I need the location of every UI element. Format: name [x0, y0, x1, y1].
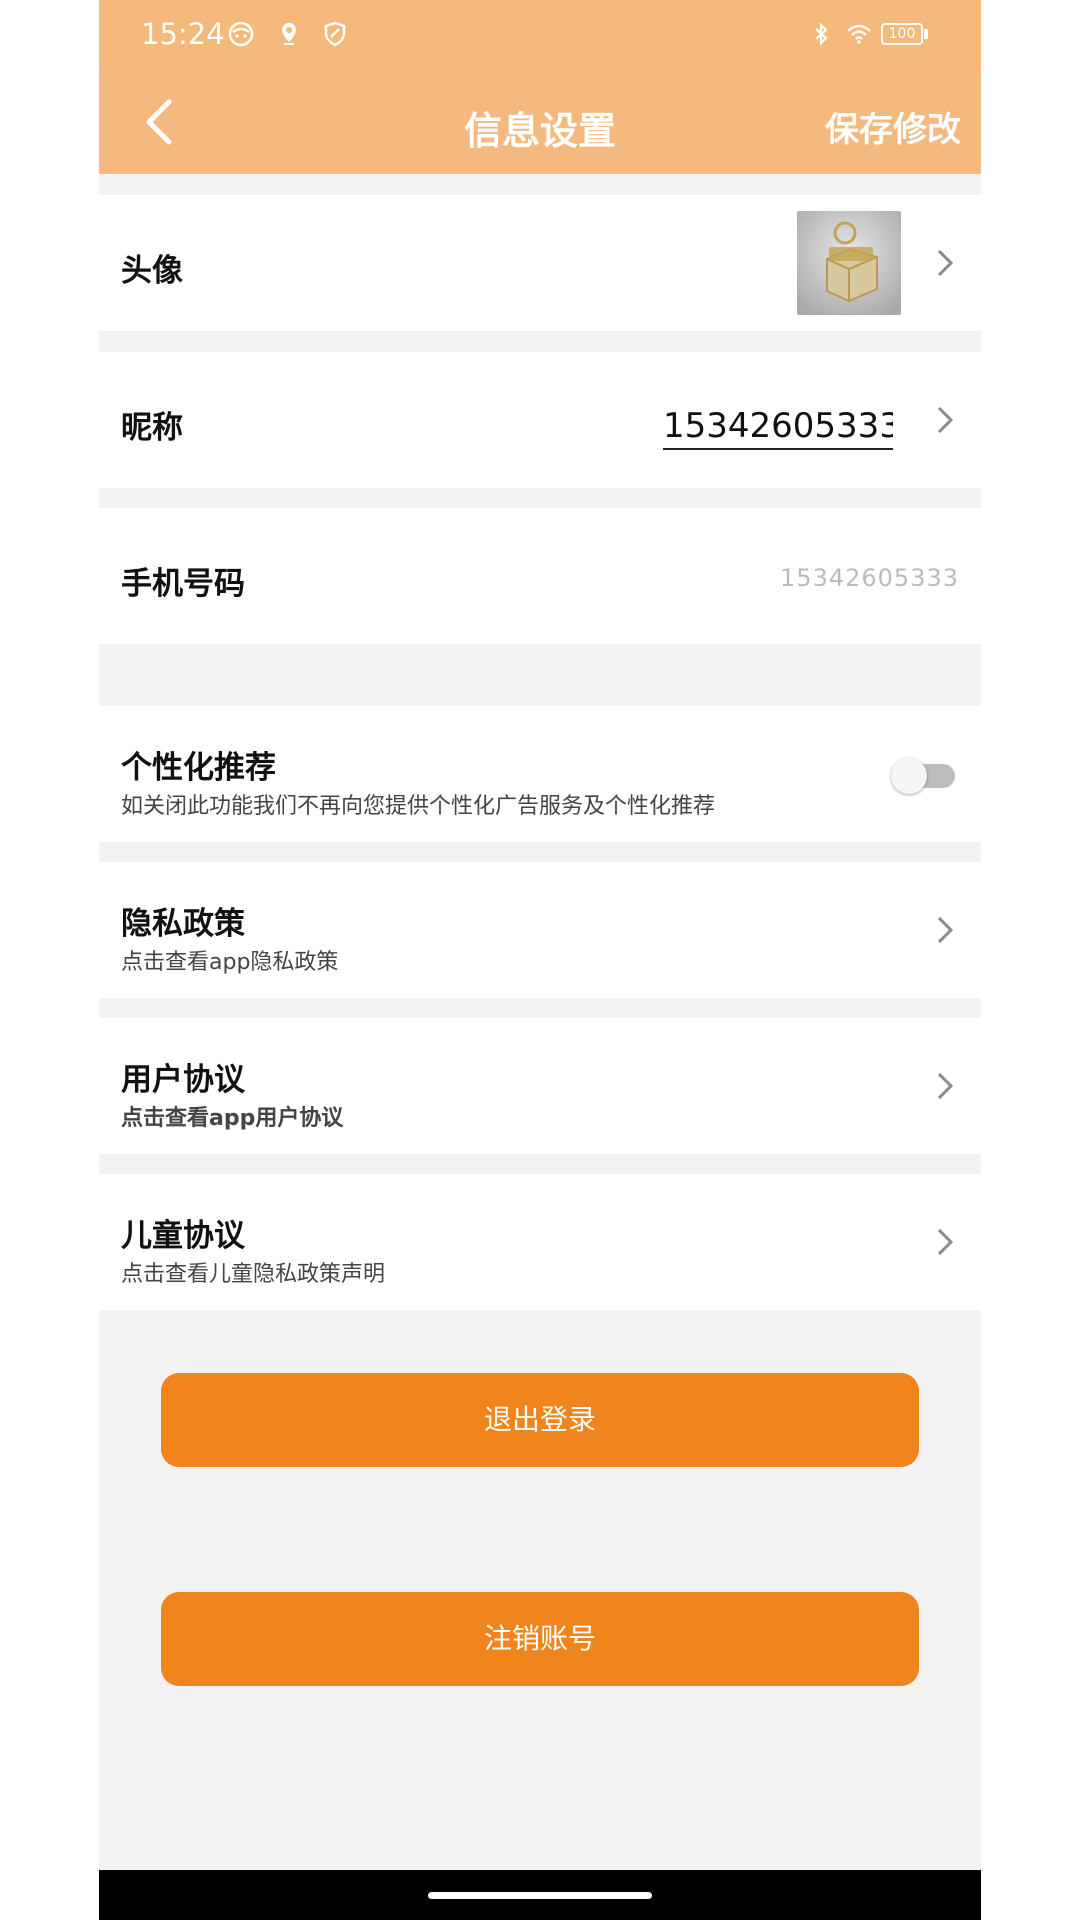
system-nav-bar	[99, 1870, 981, 1920]
avatar-label: 头像	[121, 253, 183, 289]
avatar[interactable]	[797, 211, 901, 315]
privacy-policy-description: 点击查看app隐私政策	[121, 950, 339, 975]
nickname-input[interactable]	[663, 404, 893, 450]
wifi-icon	[847, 24, 871, 44]
personalization-row: 个性化推荐 如关闭此功能我们不再向您提供个性化广告服务及个性化推荐	[99, 706, 981, 842]
phone-row: 手机号码 15342605333	[99, 508, 981, 644]
children-agreement-label: 儿童协议	[121, 1218, 245, 1254]
privacy-policy-label: 隐私政策	[121, 906, 245, 942]
avatar-image-icon	[797, 211, 901, 315]
children-agreement-description: 点击查看儿童隐私政策声明	[121, 1262, 386, 1287]
nickname-row[interactable]: 昵称	[99, 352, 981, 488]
chevron-right-icon	[937, 1228, 954, 1256]
battery-tip	[924, 29, 928, 39]
nickname-label: 昵称	[121, 410, 183, 446]
app-screen: 15:24 100 信息设置 保存修改 头像 昵称 15342605333 手机…	[99, 0, 981, 1920]
user-agreement-description: 点击查看app用户协议	[121, 1106, 344, 1131]
face-icon	[228, 21, 254, 47]
bluetooth-icon	[815, 22, 828, 46]
save-button[interactable]: 保存修改	[825, 102, 961, 151]
user-agreement-label: 用户协议	[121, 1062, 245, 1098]
deactivate-account-button[interactable]: 注销账号	[161, 1592, 919, 1686]
avatar-row[interactable]: 头像	[99, 195, 981, 331]
phone-label: 手机号码	[121, 566, 245, 602]
chevron-right-icon	[937, 1072, 954, 1100]
personalization-description: 如关闭此功能我们不再向您提供个性化广告服务及个性化推荐	[121, 794, 716, 819]
privacy-policy-row[interactable]: 隐私政策 点击查看app隐私政策	[99, 862, 981, 998]
logout-button[interactable]: 退出登录	[161, 1373, 919, 1467]
chevron-right-icon	[937, 249, 954, 277]
location-icon	[282, 23, 296, 45]
chevron-right-icon	[937, 406, 954, 434]
status-time: 15:24	[141, 17, 225, 51]
chevron-right-icon	[937, 916, 954, 944]
header-bar: 信息设置 保存修改	[99, 70, 981, 174]
shield-icon	[324, 21, 346, 47]
phone-value: 15342605333	[780, 564, 959, 592]
personalization-toggle[interactable]	[891, 758, 957, 794]
children-agreement-row[interactable]: 儿童协议 点击查看儿童隐私政策声明	[99, 1174, 981, 1310]
battery-level: 100	[888, 26, 916, 42]
home-gesture-handle[interactable]	[428, 1892, 652, 1899]
toggle-knob	[891, 758, 927, 794]
user-agreement-row[interactable]: 用户协议 点击查看app用户协议	[99, 1018, 981, 1154]
battery-icon: 100	[881, 23, 923, 45]
personalization-label: 个性化推荐	[121, 750, 276, 786]
status-bar: 15:24 100	[99, 0, 981, 70]
